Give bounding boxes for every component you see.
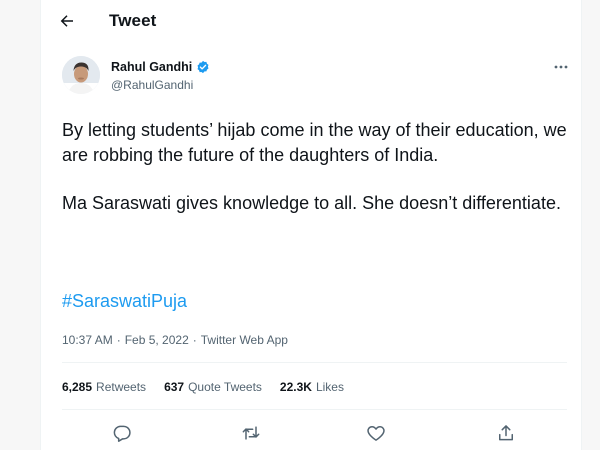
tweet-paragraph: Ma Saraswati gives knowledge to all. She… bbox=[62, 193, 561, 213]
verified-badge-icon bbox=[197, 60, 209, 74]
tweet-date[interactable]: Feb 5, 2022 bbox=[125, 333, 189, 347]
tweet-paragraph: By letting students’ hijab come in the w… bbox=[62, 120, 567, 165]
share-icon bbox=[499, 425, 513, 441]
retweets-count: 6,285 bbox=[62, 380, 93, 394]
retweet-icon bbox=[242, 426, 260, 440]
author-name-row: Rahul Gandhi bbox=[111, 60, 210, 74]
divider bbox=[62, 362, 567, 363]
avatar[interactable] bbox=[62, 56, 100, 94]
tweet-time[interactable]: 10:37 AM bbox=[62, 333, 113, 347]
arrow-left-icon bbox=[60, 15, 73, 27]
like-icon bbox=[367, 426, 385, 441]
retweets-label: Retweets bbox=[96, 380, 147, 394]
quote-tweets-stat[interactable]: 637 Quote Tweets bbox=[164, 380, 262, 394]
author-name[interactable]: Rahul Gandhi bbox=[111, 60, 192, 74]
divider bbox=[62, 409, 567, 410]
tweet-timestamp-row: 10:37 AM · Feb 5, 2022 · Twitter Web App bbox=[62, 333, 288, 347]
reply-button[interactable] bbox=[109, 420, 135, 446]
likes-count: 22.3K bbox=[279, 380, 312, 394]
page-title: Tweet bbox=[109, 11, 157, 30]
tweet-actions-bar bbox=[41, 420, 583, 446]
likes-label: Likes bbox=[315, 380, 344, 394]
tweet-text: By letting students’ hijab come in the w… bbox=[62, 118, 567, 216]
retweets-stat[interactable]: 6,285 Retweets bbox=[62, 380, 146, 394]
tweet-source[interactable]: Twitter Web App bbox=[201, 333, 288, 347]
more-horizontal-icon bbox=[554, 65, 568, 69]
author-handle[interactable]: @RahulGandhi bbox=[111, 78, 193, 92]
profile-photo bbox=[62, 56, 100, 94]
top-bar: Tweet bbox=[41, 0, 583, 42]
tweet-detail-panel: Tweet Rahul Gandhi @RahulGandhi By letti… bbox=[40, 0, 582, 450]
quote-tweets-label: Quote Tweets bbox=[188, 380, 262, 394]
meta-separator: · bbox=[116, 333, 121, 347]
likes-stat[interactable]: 22.3K Likes bbox=[280, 380, 344, 394]
retweet-button[interactable] bbox=[238, 420, 264, 446]
quote-tweets-count: 637 bbox=[164, 380, 185, 394]
meta-separator: · bbox=[192, 333, 197, 347]
back-button[interactable] bbox=[55, 9, 79, 33]
engagement-stats: 6,285 Retweets 637 Quote Tweets 22.3K Li… bbox=[62, 380, 344, 394]
like-button[interactable] bbox=[363, 420, 389, 446]
reply-icon bbox=[113, 425, 131, 442]
more-options-button[interactable] bbox=[549, 58, 573, 76]
share-button[interactable] bbox=[493, 420, 519, 446]
hashtag-link[interactable]: #SaraswatiPuja bbox=[62, 291, 187, 312]
